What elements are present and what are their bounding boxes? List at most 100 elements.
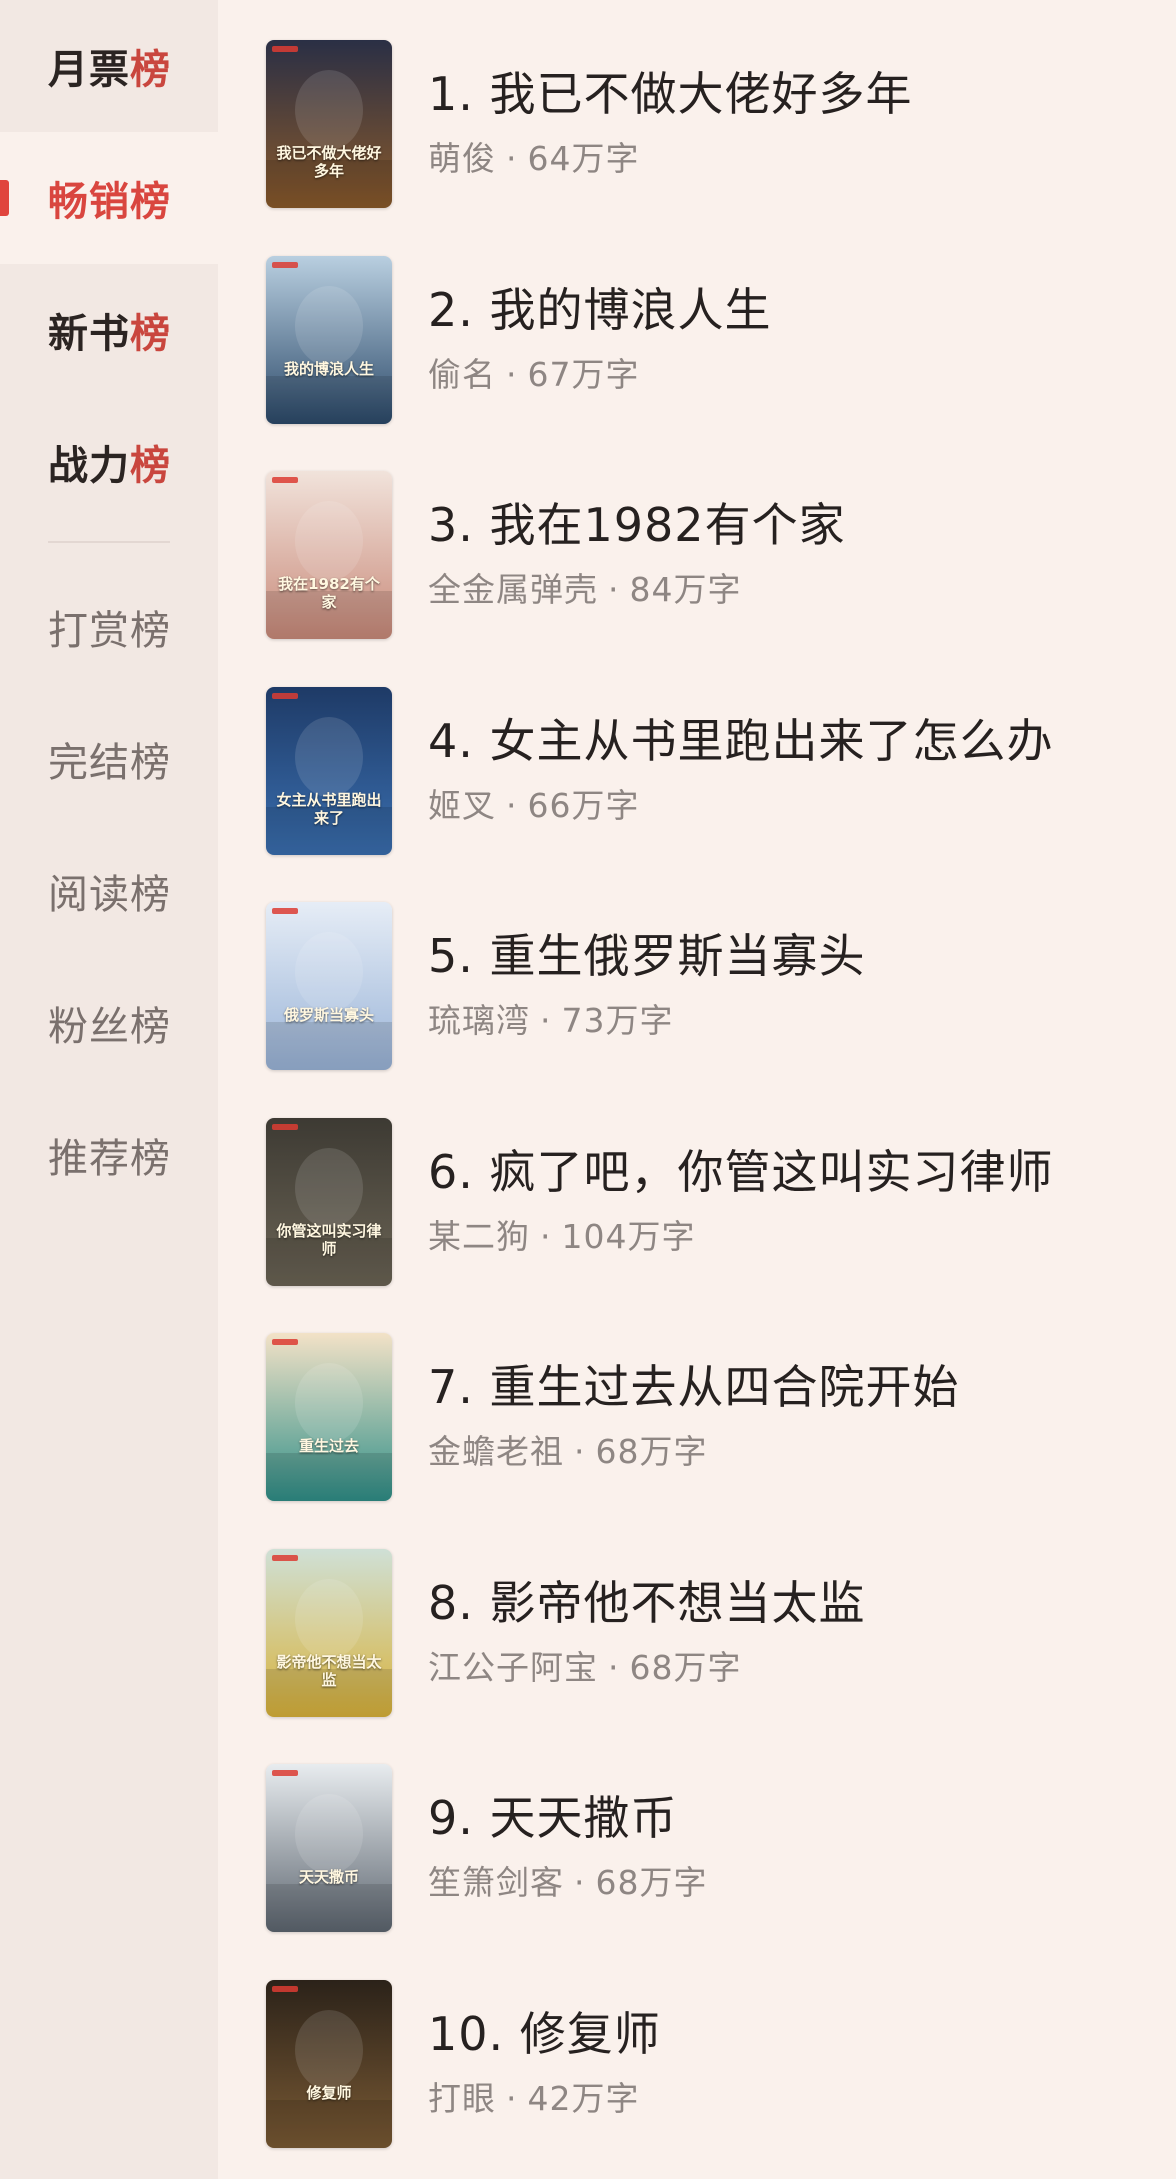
sidebar-item-recommend[interactable]: 推荐榜 (0, 1089, 218, 1221)
book-cover-title: 修复师 (306, 2083, 352, 2102)
book-title[interactable]: 4. 女主从书里跑出来了怎么办 (428, 705, 1054, 771)
book-list-item[interactable]: 我已不做大佬好多年 1. 我已不做大佬好多年萌俊 · 64万字 (266, 40, 1166, 208)
book-cover-title: 女主从书里跑出来了 (276, 790, 382, 827)
sidebar-label-accent: 榜 (130, 443, 171, 489)
sidebar-item-label: 新书榜 (48, 301, 171, 359)
book-cover-title: 我在1982有个家 (278, 575, 380, 611)
book-author: 打眼 (428, 2078, 496, 2118)
meta-separator: · (574, 1863, 586, 1902)
book-title[interactable]: 3. 我在1982有个家 (428, 489, 846, 555)
book-meta: 萌俊 · 64万字 (428, 132, 640, 180)
ranking-page: 月票榜 畅销榜 新书榜 战力榜 打赏榜 完结榜 阅读榜 粉丝榜 推荐榜 我已不做大佬好多年 1. … (0, 0, 1176, 2179)
book-meta: 偷名 · 67万字 (428, 348, 640, 396)
sidebar-item-label: 完结榜 (48, 730, 171, 788)
book-cover-image[interactable]: 影帝他不想当太监 (266, 1548, 392, 1717)
book-word-count: 68万字 (595, 1863, 708, 1902)
book-author: 萌俊 (428, 139, 496, 178)
book-list-item[interactable]: 修复师 10. 修复师打眼 · 42万字 (266, 1979, 1166, 2148)
sidebar-label-text: 新书 (48, 311, 130, 357)
book-list-item[interactable]: 影帝他不想当太监 8. 影帝他不想当太监江公子阿宝 · 68万字 (266, 1548, 1166, 1717)
book-title[interactable]: 9. 天天撒币 (428, 1782, 678, 1848)
book-list-item[interactable]: 你管这叫实习律师 6. 疯了吧，你管这叫实习律师某二狗 · 104万字 (266, 1117, 1166, 1286)
meta-separator: · (574, 1432, 586, 1471)
book-cover-image[interactable]: 重生过去 (266, 1333, 392, 1501)
sidebar-item-label: 推荐榜 (48, 1126, 171, 1184)
meta-separator: · (540, 1001, 552, 1040)
book-cover-image[interactable]: 我已不做大佬好多年 (266, 40, 392, 208)
book-title[interactable]: 6. 疯了吧，你管这叫实习律师 (428, 1136, 1054, 1202)
book-word-count: 66万字 (527, 785, 640, 825)
sidebar-item-completed[interactable]: 完结榜 (0, 693, 218, 825)
book-cover-image[interactable]: 天天撒币 (266, 1764, 392, 1932)
book-list-item[interactable]: 我在1982有个家 3. 我在1982有个家全金属弹壳 · 84万字 (266, 471, 1166, 639)
sidebar-item-fans[interactable]: 粉丝榜 (0, 957, 218, 1089)
book-cover-image[interactable]: 女主从书里跑出来了 (266, 686, 392, 855)
book-word-count: 104万字 (561, 1216, 696, 1256)
sidebar-item-label: 阅读榜 (48, 862, 171, 920)
book-cover-image[interactable]: 我在1982有个家 (266, 471, 392, 639)
book-cover-image[interactable]: 修复师 (266, 1979, 392, 2148)
book-cover-title: 我的博浪人生 (283, 359, 374, 378)
book-meta: 琉璃湾 · 73万字 (428, 994, 674, 1042)
book-meta: 全金属弹壳 · 84万字 (428, 563, 742, 611)
book-meta: 金蟾老祖 · 68万字 (428, 1425, 708, 1473)
book-cover-image[interactable]: 我的博浪人生 (266, 255, 392, 424)
book-list-item[interactable]: 我的博浪人生 2. 我的博浪人生偷名 · 67万字 (266, 255, 1166, 424)
book-list-item[interactable]: 女主从书里跑出来了 4. 女主从书里跑出来了怎么办姬叉 · 66万字 (266, 686, 1166, 855)
book-cover-image[interactable]: 你管这叫实习律师 (266, 1117, 392, 1286)
book-list-item[interactable]: 重生过去 7. 重生过去从四合院开始金蟾老祖 · 68万字 (266, 1333, 1166, 1501)
sidebar-item-reading[interactable]: 阅读榜 (0, 825, 218, 957)
sidebar-item-label: 畅销榜 (48, 169, 171, 227)
active-indicator (0, 180, 9, 216)
sidebar-label-text: 推荐榜 (48, 1136, 171, 1182)
sidebar-label-accent: 榜 (130, 47, 171, 93)
book-cover-image[interactable]: 俄罗斯当寡头 (266, 902, 392, 1070)
book-author: 全金属弹壳 (428, 570, 598, 609)
book-meta: 江公子阿宝 · 68万字 (428, 1641, 742, 1689)
sidebar-item-label: 粉丝榜 (48, 994, 171, 1052)
book-list-item[interactable]: 天天撒币 9. 天天撒币笙箫剑客 · 68万字 (266, 1764, 1166, 1932)
book-author: 金蟾老祖 (428, 1432, 564, 1471)
book-word-count: 68万字 (595, 1432, 708, 1471)
book-title[interactable]: 1. 我已不做大佬好多年 (428, 58, 913, 124)
book-author: 琉璃湾 (428, 1001, 530, 1040)
book-word-count: 64万字 (527, 139, 640, 178)
book-title[interactable]: 7. 重生过去从四合院开始 (428, 1351, 960, 1417)
book-word-count: 73万字 (561, 1001, 674, 1040)
book-author: 笙箫剑客 (428, 1863, 564, 1902)
meta-separator: · (608, 1647, 620, 1687)
book-cover-title: 天天撒币 (298, 1868, 359, 1886)
sidebar-item-label: 月票榜 (48, 37, 171, 95)
sidebar-label-text: 打赏榜 (48, 608, 171, 654)
sidebar-label-text: 畅销 (48, 179, 130, 225)
meta-separator: · (540, 1216, 552, 1256)
book-author: 偷名 (428, 354, 496, 394)
sidebar-item-bestseller[interactable]: 畅销榜 (0, 132, 218, 264)
book-title[interactable]: 8. 影帝他不想当太监 (428, 1567, 866, 1633)
sidebar-label-text: 月票 (48, 47, 130, 93)
book-author: 江公子阿宝 (428, 1647, 598, 1687)
sidebar-divider (48, 541, 170, 543)
book-word-count: 67万字 (527, 354, 640, 394)
book-author: 姬叉 (428, 785, 496, 825)
book-word-count: 68万字 (629, 1647, 742, 1687)
book-word-count: 42万字 (527, 2078, 640, 2118)
sidebar-item-monthly-ticket[interactable]: 月票榜 (0, 0, 218, 132)
sidebar-label-accent: 榜 (130, 179, 171, 225)
book-meta: 打眼 · 42万字 (428, 2072, 640, 2120)
book-title[interactable]: 10. 修复师 (428, 1998, 661, 2064)
sidebar-item-tipping[interactable]: 打赏榜 (0, 561, 218, 693)
sidebar-item-combat-power[interactable]: 战力榜 (0, 396, 218, 528)
book-meta: 某二狗 · 104万字 (428, 1210, 696, 1258)
book-list-item[interactable]: 俄罗斯当寡头 5. 重生俄罗斯当寡头琉璃湾 · 73万字 (266, 902, 1166, 1070)
book-cover-title: 我已不做大佬好多年 (276, 144, 382, 180)
meta-separator: · (506, 139, 518, 178)
book-title[interactable]: 2. 我的博浪人生 (428, 274, 772, 340)
book-meta: 姬叉 · 66万字 (428, 779, 640, 827)
book-word-count: 84万字 (629, 570, 742, 609)
book-cover-title: 影帝他不想当太监 (276, 1652, 382, 1689)
sidebar-item-label: 战力榜 (48, 433, 171, 491)
book-title[interactable]: 5. 重生俄罗斯当寡头 (428, 920, 866, 986)
sidebar-label-text: 战力 (48, 443, 130, 489)
sidebar-item-new-book[interactable]: 新书榜 (0, 264, 218, 396)
